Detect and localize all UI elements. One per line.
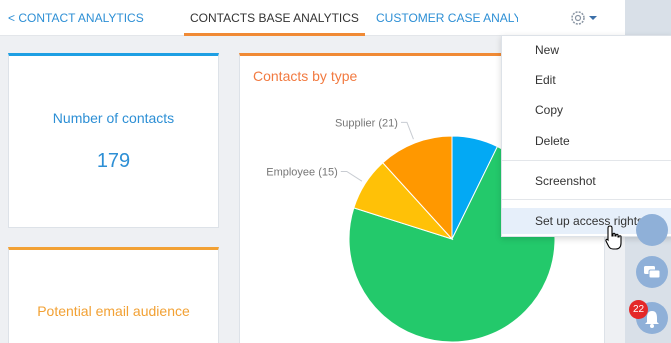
hand-cursor-icon: [605, 225, 622, 250]
potential-email-audience-widget: Potential email audience: [8, 247, 219, 343]
tab-customer-case-analytics[interactable]: CUSTOMER CASE ANALY >: [376, 0, 518, 36]
settings-dropdown-menu: New Edit Copy Delete Screenshot Set up a…: [501, 35, 671, 237]
number-of-contacts-widget: Number of contacts 179: [8, 53, 219, 228]
notification-badge: 22: [629, 300, 648, 319]
menu-item-delete[interactable]: Delete: [502, 128, 671, 154]
pie-slice-label: Employee (15): [266, 167, 338, 179]
tab-contacts-base-analytics[interactable]: CONTACTS BASE ANALYTICS: [184, 0, 365, 36]
menu-item-edit[interactable]: Edit: [502, 67, 671, 93]
pie-leader-line: [400, 121, 414, 140]
side-bubble-icon[interactable]: [636, 214, 668, 246]
tab-contact-analytics[interactable]: < CONTACT ANALYTICS: [8, 0, 144, 36]
dashboard-tab-bar: < CONTACT ANALYTICS CONTACTS BASE ANALYT…: [0, 0, 625, 36]
menu-divider: [502, 160, 671, 161]
widget-title: Potential email audience: [37, 303, 190, 319]
chevron-down-icon: [589, 16, 597, 20]
pie-slice-label: Supplier (21): [335, 117, 398, 129]
menu-item-copy[interactable]: Copy: [502, 97, 671, 123]
gear-icon[interactable]: [568, 8, 602, 28]
pie-leader-line: [340, 171, 363, 182]
menu-divider: [502, 199, 671, 200]
menu-item-new[interactable]: New: [502, 37, 671, 63]
app-root: < CONTACT ANALYTICS CONTACTS BASE ANALYT…: [0, 0, 671, 343]
menu-item-screenshot[interactable]: Screenshot: [502, 168, 671, 194]
widget-title: Number of contacts: [52, 110, 175, 126]
chat-icon[interactable]: [636, 256, 668, 288]
widget-value: 179: [96, 150, 131, 172]
